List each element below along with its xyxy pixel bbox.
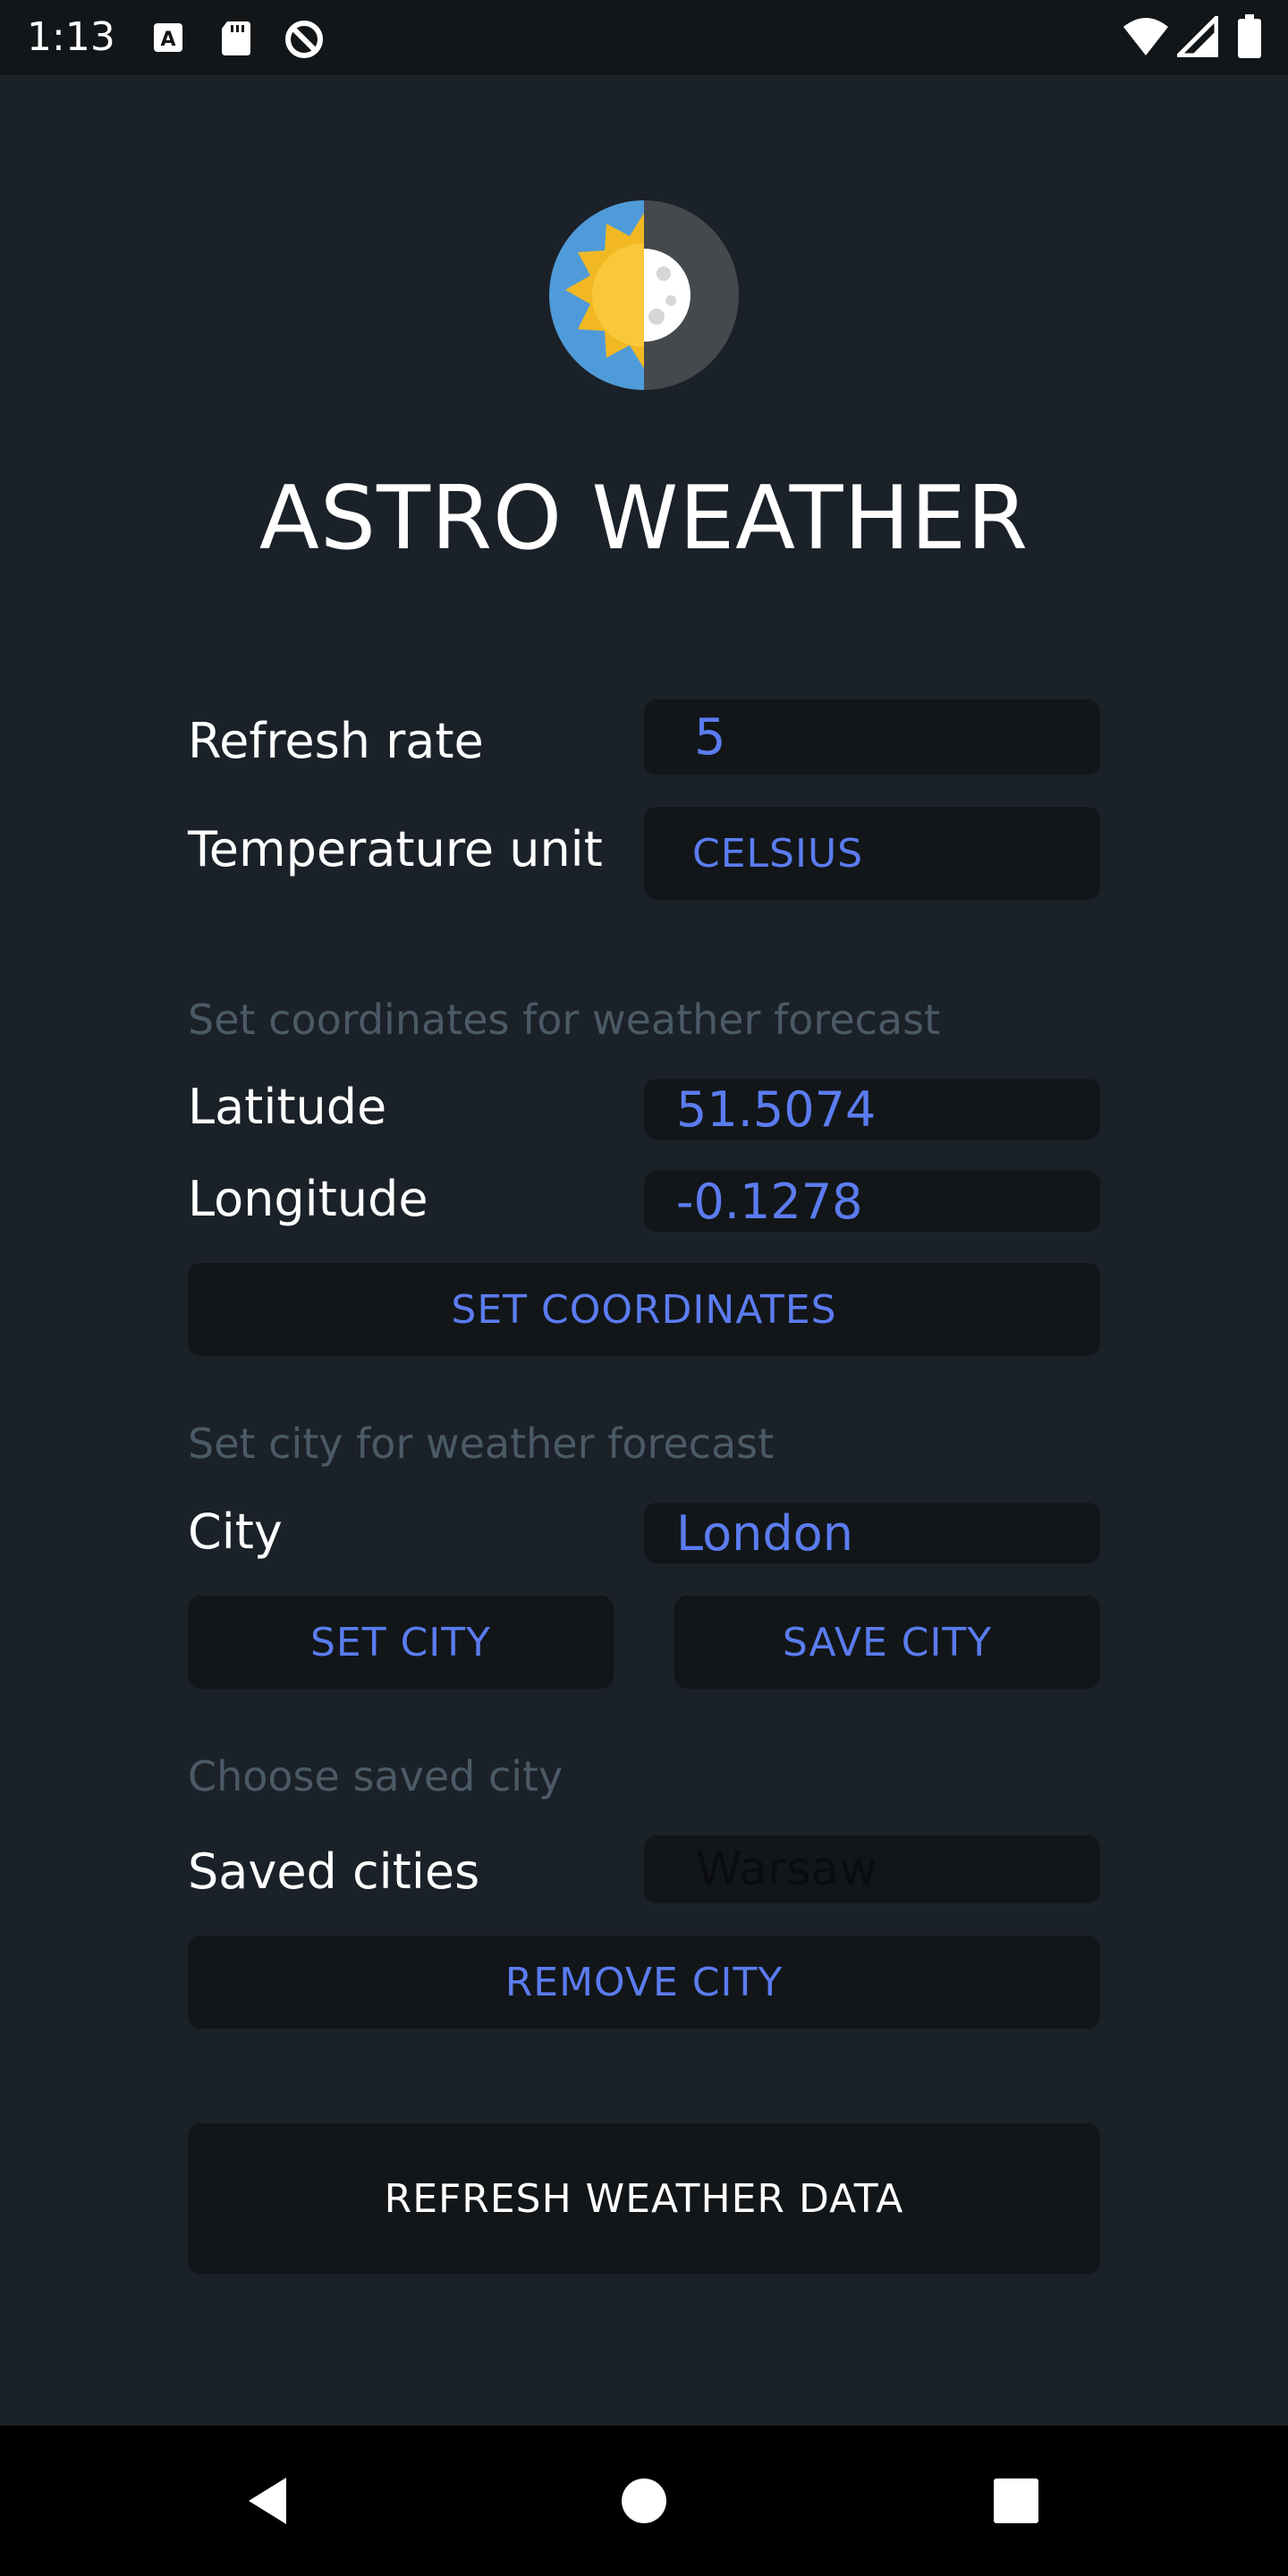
latitude-input[interactable]: 51.5074 bbox=[644, 1079, 1100, 1140]
latitude-value: 51.5074 bbox=[676, 1080, 877, 1138]
navigation-bar bbox=[0, 2426, 1288, 2576]
recents-icon[interactable] bbox=[962, 2426, 1070, 2576]
refresh-weather-button[interactable]: REFRESH WEATHER DATA bbox=[188, 2123, 1100, 2274]
temperature-unit-value: CELSIUS bbox=[692, 830, 864, 877]
no-sync-icon bbox=[283, 18, 326, 64]
home-icon[interactable] bbox=[590, 2426, 698, 2576]
city-input[interactable]: London bbox=[644, 1503, 1100, 1563]
svg-text:A: A bbox=[160, 29, 175, 51]
sun-moon-icon bbox=[549, 200, 739, 390]
set-coordinates-button[interactable]: SET COORDINATES bbox=[188, 1263, 1100, 1356]
save-city-button[interactable]: SAVE CITY bbox=[674, 1596, 1100, 1689]
a-notification-icon: A bbox=[150, 18, 186, 61]
longitude-label: Longitude bbox=[188, 1171, 428, 1227]
city-label: City bbox=[188, 1504, 283, 1560]
status-time: 1:13 bbox=[27, 14, 115, 60]
latitude-label: Latitude bbox=[188, 1079, 387, 1135]
back-icon[interactable] bbox=[215, 2426, 322, 2576]
refresh-rate-input[interactable]: 5 bbox=[644, 699, 1100, 775]
set-city-button[interactable]: SET CITY bbox=[188, 1596, 614, 1689]
signal-icon bbox=[1173, 12, 1219, 61]
saved-cities-label: Saved cities bbox=[188, 1843, 480, 1900]
city-value: London bbox=[676, 1504, 853, 1562]
remove-city-button[interactable]: REMOVE CITY bbox=[188, 1936, 1100, 2029]
saved-city-selected: Warsaw bbox=[696, 1843, 877, 1896]
wifi-icon bbox=[1122, 16, 1170, 61]
status-bar: 1:13 A bbox=[0, 0, 1288, 75]
app-title: ASTRO WEATHER bbox=[258, 468, 1030, 570]
refresh-rate-value: 5 bbox=[694, 708, 726, 767]
saved-cities-dropdown[interactable]: Warsaw bbox=[644, 1835, 1100, 1903]
coordinates-hint: Set coordinates for weather forecast bbox=[188, 996, 941, 1044]
temperature-unit-select[interactable]: CELSIUS bbox=[644, 807, 1100, 900]
battery-icon bbox=[1236, 14, 1263, 63]
temperature-unit-label: Temperature unit bbox=[188, 821, 603, 877]
longitude-input[interactable]: -0.1278 bbox=[644, 1171, 1100, 1232]
sd-card-icon bbox=[218, 18, 254, 61]
saved-city-hint: Choose saved city bbox=[188, 1752, 564, 1801]
longitude-value: -0.1278 bbox=[676, 1173, 863, 1230]
city-hint: Set city for weather forecast bbox=[188, 1419, 775, 1468]
refresh-rate-label: Refresh rate bbox=[188, 713, 484, 769]
